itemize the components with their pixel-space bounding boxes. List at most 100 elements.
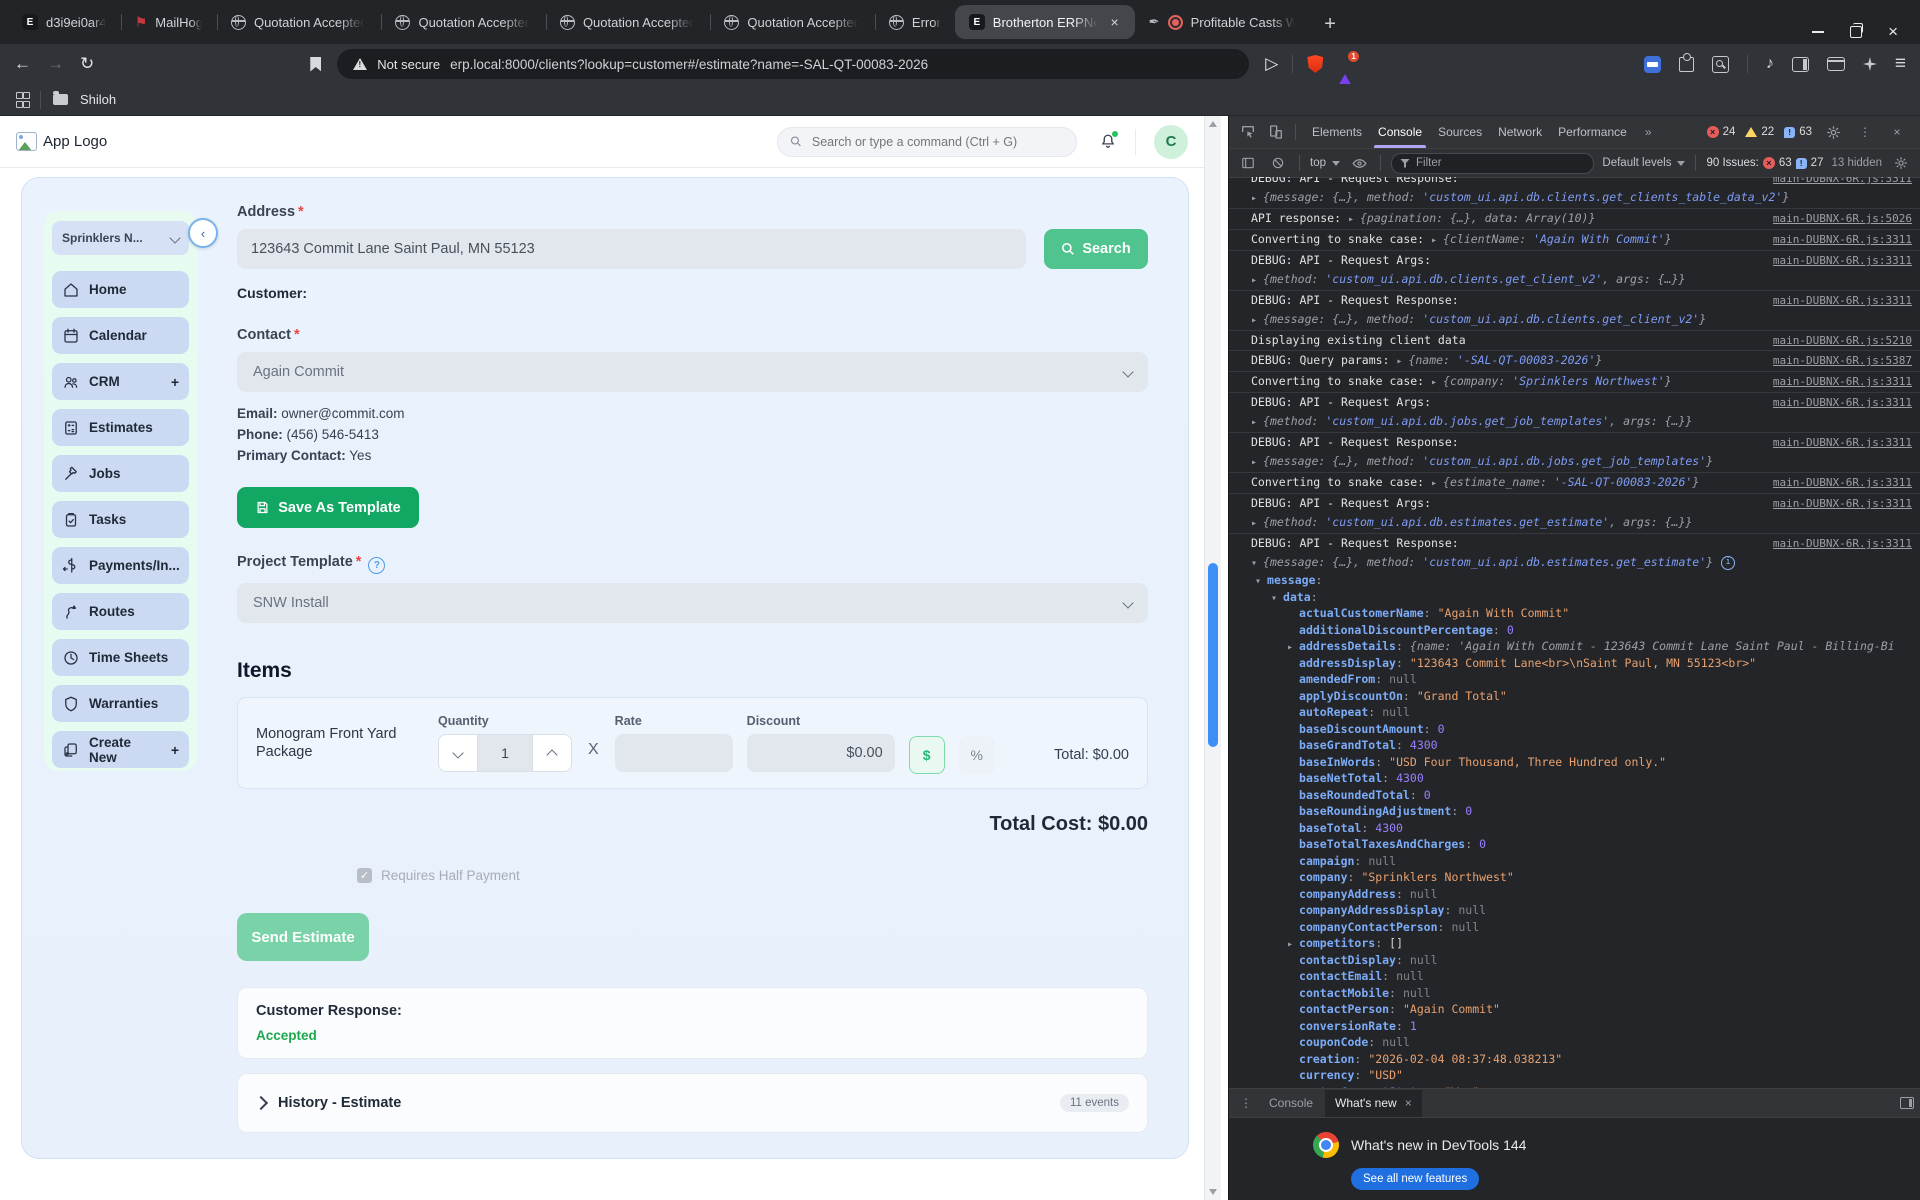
expand-arrow-icon[interactable]: ▸ — [1251, 455, 1257, 470]
expand-arrow-icon[interactable]: ▸ — [1431, 233, 1437, 248]
console-file-link[interactable]: main-DUBNX-6R.js:3311 — [1759, 536, 1912, 551]
browser-tab-quotation-accepted[interactable]: Quotation Accepted — [710, 5, 874, 39]
console-object-preview[interactable]: {method: 'custom_ui.api.db.estimates.get… — [1263, 515, 1692, 530]
inspect-element-icon[interactable] — [1237, 121, 1259, 143]
console-object-preview[interactable]: {estimate_name: '-SAL-QT-00083-2026'} — [1443, 475, 1699, 490]
expand-arrow-icon[interactable]: ▸ — [1287, 640, 1293, 656]
expand-arrow-icon[interactable]: ▾ — [1271, 591, 1277, 607]
console-file-link[interactable]: main-DUBNX-6R.js:3311 — [1759, 293, 1912, 308]
console-file-link[interactable]: main-DUBNX-6R.js:3311 — [1759, 435, 1912, 450]
bookmark-folder-shiloh[interactable]: Shiloh — [80, 92, 116, 107]
see-all-features-button[interactable]: See all new features — [1351, 1168, 1480, 1190]
browser-tab-d3i9ei0ar4[interactable]: Ed3i9ei0ar4 — [8, 5, 121, 39]
quantity-decrement-button[interactable] — [438, 734, 478, 772]
close-window-icon[interactable]: × — [1888, 23, 1898, 40]
expand-arrow-icon[interactable]: ▸ — [1396, 354, 1402, 369]
console-filter-input[interactable]: Filter — [1391, 152, 1595, 174]
half-payment-checkbox[interactable]: ✓ — [357, 868, 372, 883]
sidebar-item-payments-in[interactable]: Payments/In... — [52, 547, 189, 584]
minimize-icon[interactable] — [1812, 31, 1825, 33]
quantity-increment-button[interactable] — [532, 734, 572, 772]
console-file-link[interactable]: main-DUBNX-6R.js:5210 — [1759, 333, 1912, 348]
menu-icon[interactable]: ≡ — [1895, 53, 1906, 75]
back-icon[interactable]: ← — [14, 54, 31, 74]
discount-dollar-toggle[interactable]: $ — [908, 736, 945, 774]
issues-count[interactable]: ! 63 — [1784, 126, 1812, 138]
kebab-menu-icon[interactable]: ⋮ — [1854, 121, 1876, 143]
sidebar-item-calendar[interactable]: Calendar — [52, 317, 189, 354]
media-icon[interactable]: ♪ — [1766, 55, 1774, 73]
help-icon[interactable]: ? — [368, 557, 386, 574]
drawer-dock-icon[interactable] — [1900, 1097, 1914, 1109]
expand-arrow-icon[interactable]: ▸ — [1251, 516, 1257, 531]
sidebar-item-warranties[interactable]: Warranties — [52, 685, 189, 722]
sidebar-item-time-sheets[interactable]: Time Sheets — [52, 639, 189, 676]
issues-chip[interactable]: 90 Issues: × 63 ! 27 — [1706, 157, 1823, 169]
new-tab-button[interactable]: + — [1324, 13, 1336, 36]
browser-tab-error[interactable]: Error — [874, 5, 955, 39]
expand-arrow-icon[interactable]: ▾ — [1251, 556, 1257, 571]
project-template-select[interactable]: SNW Install — [237, 583, 1148, 623]
console-file-link[interactable]: main-DUBNX-6R.js:3311 — [1759, 374, 1912, 389]
console-file-link[interactable]: main-DUBNX-6R.js:3311 — [1759, 177, 1912, 186]
browser-tab-profitable-casts-w[interactable]: ✒ Profitable Casts W — [1135, 5, 1313, 39]
console-file-link[interactable]: main-DUBNX-6R.js:5387 — [1759, 353, 1912, 368]
scroll-down-arrow[interactable] — [1209, 1189, 1217, 1195]
reload-icon[interactable]: ↻ — [80, 54, 94, 74]
console-file-link[interactable]: main-DUBNX-6R.js:3311 — [1759, 232, 1912, 247]
browser-tab-brotherton-erpne[interactable]: E Brotherton ERPNe × — [954, 5, 1135, 39]
rate-input[interactable] — [614, 734, 733, 772]
browser-tab-mailhog[interactable]: ⚑ MailHog — [120, 5, 217, 39]
plus-icon[interactable]: + — [171, 742, 179, 758]
browser-tab-quotation-accepted[interactable]: Quotation Accepted — [545, 5, 710, 39]
sidebar-item-routes[interactable]: Routes — [52, 593, 189, 630]
sidebar-item-estimates[interactable]: Estimates — [52, 409, 189, 446]
sidebar-item-create-new[interactable]: Create New + — [52, 731, 189, 768]
page-scrollbar[interactable] — [1204, 116, 1221, 1200]
drawer-tab-console[interactable]: Console — [1259, 1090, 1323, 1117]
expand-arrow-icon[interactable]: ▸ — [1287, 937, 1293, 953]
more-tabs-icon[interactable]: » — [1641, 125, 1656, 139]
ai-assistant-icon[interactable]: 1 — [1337, 51, 1360, 88]
wallet-extension-icon[interactable] — [1643, 55, 1661, 73]
devtools-tab-sources[interactable]: Sources — [1430, 117, 1490, 148]
log-levels-selector[interactable]: Default levels — [1602, 157, 1686, 169]
console-object-preview[interactable]: {method: 'custom_ui.api.db.jobs.get_job_… — [1263, 414, 1692, 429]
console-object-preview[interactable]: {pagination: {…}, data: Array(10)} — [1360, 211, 1595, 226]
console-object-preview[interactable]: {message: {…}, method: 'custom_ui.api.db… — [1263, 190, 1789, 205]
expand-arrow-icon[interactable]: ▾ — [1255, 574, 1261, 590]
devtools-tab-elements[interactable]: Elements — [1304, 117, 1370, 148]
console-file-link[interactable]: main-DUBNX-6R.js:3311 — [1759, 496, 1912, 511]
rewards-sparkle-icon[interactable] — [1862, 57, 1877, 71]
expand-arrow-icon[interactable]: ▸ — [1251, 415, 1257, 430]
bookmark-icon[interactable] — [310, 56, 322, 72]
address-input[interactable] — [237, 229, 1026, 269]
sidebar-item-tasks[interactable]: Tasks — [52, 501, 189, 538]
sidebar-item-jobs[interactable]: Jobs — [52, 455, 189, 492]
scroll-up-arrow[interactable] — [1209, 121, 1217, 127]
search-button[interactable]: Search — [1044, 229, 1148, 269]
context-selector[interactable]: top — [1310, 157, 1340, 169]
devtools-tab-performance[interactable]: Performance — [1550, 117, 1635, 148]
warning-count[interactable]: 22 — [1745, 126, 1774, 138]
expand-arrow-icon[interactable]: ▸ — [1251, 273, 1257, 288]
sidebar-toggle-icon[interactable] — [1791, 56, 1809, 72]
dock-console-icon[interactable] — [1237, 152, 1259, 174]
quantity-value[interactable]: 1 — [478, 734, 532, 772]
extensions-puzzle-icon[interactable] — [1678, 52, 1694, 72]
console-settings-gear-icon[interactable] — [1890, 152, 1912, 174]
sidebar-item-crm[interactable]: CRM + — [52, 363, 189, 400]
settings-gear-icon[interactable] — [1822, 121, 1844, 143]
send-estimate-button[interactable]: Send Estimate — [237, 913, 369, 961]
plus-icon[interactable]: + — [171, 374, 179, 390]
drawer-tab-whats-new[interactable]: What's new × — [1325, 1089, 1422, 1117]
share-icon[interactable]: ▷ — [1265, 54, 1278, 74]
restore-icon[interactable] — [1850, 23, 1864, 38]
console-object-preview[interactable]: {message: {…}, method: 'custom_ui.api.db… — [1263, 312, 1706, 327]
devtools-tab-console[interactable]: Console — [1370, 117, 1430, 148]
url-bar[interactable]: Not secure erp.local:8000/clients?lookup… — [337, 49, 1250, 79]
console-file-link[interactable]: main-DUBNX-6R.js:3311 — [1759, 253, 1912, 268]
brave-shield-icon[interactable] — [1307, 55, 1324, 73]
history-accordion[interactable]: History - Estimate 11 events — [237, 1073, 1148, 1133]
browser-tab-quotation-accepted[interactable]: Quotation Accepted — [381, 5, 545, 39]
